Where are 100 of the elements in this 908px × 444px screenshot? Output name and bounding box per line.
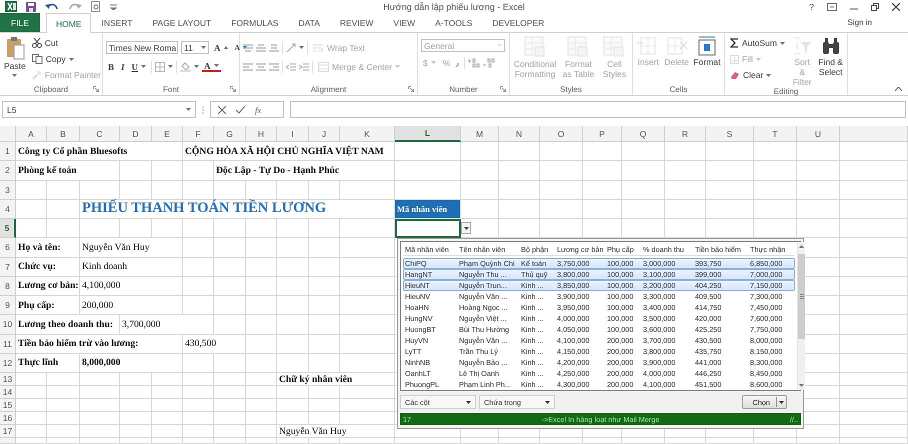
table-cell[interactable] [80,219,120,238]
table-cell[interactable] [340,399,395,412]
table-cell[interactable] [309,438,340,444]
table-cell[interactable] [754,142,797,162]
table-cell[interactable] [622,142,665,162]
table-cell[interactable] [47,373,80,386]
table-cell[interactable]: 8,000,000 [80,354,183,373]
table-cell[interactable] [340,238,395,258]
increase-decimal-icon[interactable] [468,58,480,68]
table-cell[interactable] [840,399,908,412]
table-cell[interactable] [461,438,499,444]
table-cell[interactable] [214,219,246,238]
table-cell[interactable] [246,425,277,438]
close-icon[interactable] [892,2,900,10]
table-cell[interactable] [583,161,622,180]
align-center-icon[interactable] [256,62,266,72]
column-header[interactable]: P [583,126,622,142]
table-cell[interactable] [246,296,277,316]
table-cell[interactable] [461,142,499,162]
table-cell[interactable] [246,399,277,412]
align-middle-icon[interactable] [256,42,266,52]
help-button[interactable]: ? [808,2,814,12]
table-cell[interactable]: 3,700,000 [120,315,214,334]
table-cell[interactable] [80,412,120,425]
table-cell[interactable] [622,161,665,180]
dialog-launcher-icon[interactable] [93,86,99,92]
row-header[interactable]: 15 [0,399,16,412]
table-cell[interactable] [499,180,540,200]
table-cell[interactable] [309,315,340,334]
table-cell[interactable] [840,276,908,296]
table-cell[interactable] [461,200,499,219]
table-cell[interactable] [80,373,120,386]
insert-function-button[interactable]: fx [255,104,262,114]
table-cell[interactable] [540,200,583,219]
table-cell[interactable] [665,180,706,200]
table-cell[interactable] [340,219,395,238]
table-cell[interactable] [665,142,706,162]
table-cell[interactable]: Kinh doanh [80,258,183,277]
table-cell[interactable] [183,373,214,386]
grow-font-button[interactable]: A [212,40,230,54]
table-cell[interactable] [840,438,908,444]
table-cell[interactable] [665,438,706,444]
bold-button[interactable]: B [106,60,116,74]
table-cell[interactable] [16,200,47,219]
table-cell[interactable] [47,219,80,238]
table-cell[interactable] [246,438,277,444]
print-preview-icon[interactable] [91,1,101,12]
table-cell[interactable] [47,399,80,412]
row-header[interactable]: 4 [0,200,16,219]
table-cell[interactable] [840,412,908,425]
select-all-button[interactable] [0,126,16,142]
column-header[interactable]: Q [622,126,665,142]
table-cell[interactable] [120,412,152,425]
align-right-icon[interactable] [269,62,279,72]
table-cell[interactable] [340,258,395,277]
table-cell[interactable] [120,219,152,238]
autosum-button[interactable]: AutoSum [728,36,787,50]
table-cell[interactable] [183,425,214,438]
column-header[interactable]: E [152,126,183,142]
table-cell[interactable] [754,180,797,200]
dialog-launcher-icon[interactable] [230,86,236,92]
row-header[interactable]: 13 [0,373,16,386]
table-cell[interactable] [840,373,908,386]
table-cell[interactable] [47,180,80,200]
ribbon-tab[interactable]: DEVELOPER [482,13,554,32]
increase-indent-icon[interactable] [299,62,309,72]
find-select-button[interactable]: Find & Select [817,36,844,88]
table-cell[interactable] [214,373,246,386]
table-cell[interactable] [340,276,395,296]
table-cell[interactable] [797,142,840,162]
table-cell[interactable] [277,238,309,258]
table-cell[interactable] [183,180,214,200]
scroll-down-icon[interactable] [799,384,804,387]
table-cell[interactable] [840,315,908,334]
table-cell[interactable] [309,238,340,258]
table-cell[interactable] [152,412,183,425]
ribbon-tab[interactable]: DATA [288,13,330,32]
table-cell[interactable] [340,412,395,425]
table-cell[interactable] [277,438,309,444]
row-header[interactable] [0,438,16,444]
table-cell[interactable] [840,386,908,399]
table-cell[interactable] [277,276,309,296]
table-cell[interactable] [499,142,540,162]
table-cell[interactable] [499,438,540,444]
row-header[interactable]: 12 [0,354,16,373]
format-button[interactable]: Format [693,36,721,83]
table-cell[interactable] [797,180,840,200]
table-cell[interactable] [214,354,246,373]
table-cell[interactable] [754,161,797,180]
table-cell[interactable] [309,258,340,277]
column-header[interactable]: U [797,126,840,142]
table-cell[interactable] [120,399,152,412]
column-header[interactable]: R [665,126,706,142]
ribbon-tab[interactable]: VIEW [383,13,426,32]
table-cell[interactable] [797,161,840,180]
table-cell[interactable]: Công ty Cổ phần Bluesofts [16,142,183,162]
align-top-icon[interactable] [243,42,253,52]
fill-color-icon[interactable] [180,62,192,72]
column-header[interactable]: G [214,126,246,142]
row-header[interactable]: 9 [0,296,16,316]
